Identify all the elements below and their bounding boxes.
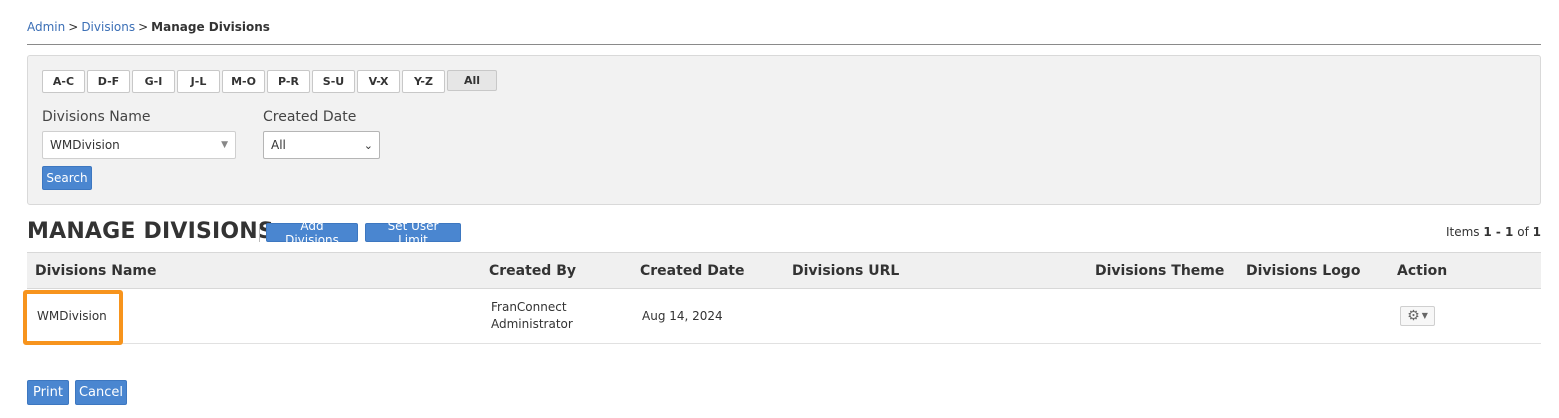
breadcrumb-separator: >: [138, 20, 149, 34]
action-menu-button[interactable]: ⚙ ▼: [1400, 306, 1435, 326]
alphabet-filter: A-C D-F G-I J-L M-O P-R S-U V-X Y-Z All: [42, 70, 497, 93]
col-divisions-logo: Divisions Logo: [1246, 263, 1361, 279]
alpha-filter-j-l[interactable]: J-L: [177, 70, 220, 93]
alpha-filter-a-c[interactable]: A-C: [42, 70, 85, 93]
items-of: of: [1517, 225, 1529, 239]
chevron-down-icon: ⌄: [363, 139, 373, 152]
col-created-date: Created Date: [640, 263, 745, 279]
alpha-filter-m-o[interactable]: M-O: [222, 70, 265, 93]
table-header: Divisions Name Created By Created Date D…: [27, 252, 1541, 289]
created-date-cell: Aug 14, 2024: [642, 309, 723, 323]
col-divisions-theme: Divisions Theme: [1095, 263, 1225, 279]
search-button[interactable]: Search: [42, 166, 92, 190]
breadcrumb-divisions-link[interactable]: Divisions: [81, 20, 135, 34]
alpha-filter-v-x[interactable]: V-X: [357, 70, 400, 93]
created-date-select[interactable]: All ⌄: [263, 131, 380, 159]
division-name-cell[interactable]: WMDivision: [37, 309, 107, 323]
filter-panel: A-C D-F G-I J-L M-O P-R S-U V-X Y-Z All …: [27, 55, 1541, 205]
page-title: MANAGE DIVISIONS: [27, 219, 274, 244]
breadcrumb-divider: [27, 44, 1541, 45]
items-prefix: Items: [1445, 225, 1480, 239]
divisions-name-select[interactable]: WMDivision ▼: [42, 131, 236, 159]
breadcrumb-current: Manage Divisions: [151, 20, 270, 34]
created-by-cell: FranConnect Administrator: [491, 299, 573, 333]
breadcrumb-separator: >: [68, 20, 79, 34]
alpha-filter-y-z[interactable]: Y-Z: [402, 70, 445, 93]
caret-down-icon: ▼: [1421, 311, 1428, 320]
divisions-table: Divisions Name Created By Created Date D…: [23, 252, 1541, 345]
created-date-label: Created Date: [263, 109, 357, 125]
items-range: 1 - 1: [1483, 225, 1514, 239]
alpha-filter-s-u[interactable]: S-U: [312, 70, 355, 93]
items-count: Items 1 - 1 of 1: [1446, 225, 1541, 239]
created-by-line2: Administrator: [491, 317, 573, 331]
col-divisions-name: Divisions Name: [35, 263, 157, 279]
alpha-filter-d-f[interactable]: D-F: [87, 70, 130, 93]
alpha-filter-all[interactable]: All: [447, 70, 497, 91]
table-row: WMDivision FranConnect Administrator Aug…: [23, 289, 1541, 345]
breadcrumb: Admin > Divisions > Manage Divisions: [27, 20, 270, 34]
set-user-limit-button[interactable]: Set User Limit: [365, 219, 461, 247]
breadcrumb-admin-link[interactable]: Admin: [27, 20, 65, 34]
add-divisions-button[interactable]: Add Divisions: [266, 219, 358, 247]
col-action: Action: [1397, 263, 1448, 279]
gear-icon: ⚙: [1407, 308, 1420, 324]
col-divisions-url: Divisions URL: [792, 263, 900, 279]
divisions-name-value: WMDivision: [50, 138, 120, 152]
items-total: 1: [1532, 225, 1541, 239]
created-date-value: All: [271, 138, 286, 152]
created-by-line1: FranConnect: [491, 300, 567, 314]
divisions-name-label: Divisions Name: [42, 109, 151, 125]
col-created-by: Created By: [489, 263, 577, 279]
alpha-filter-p-r[interactable]: P-R: [267, 70, 310, 93]
cancel-button[interactable]: Cancel: [75, 380, 127, 405]
dropdown-arrow-icon: ▼: [221, 140, 228, 150]
alpha-filter-g-i[interactable]: G-I: [132, 70, 175, 93]
title-divider: [259, 224, 260, 242]
print-button[interactable]: Print: [27, 380, 69, 405]
